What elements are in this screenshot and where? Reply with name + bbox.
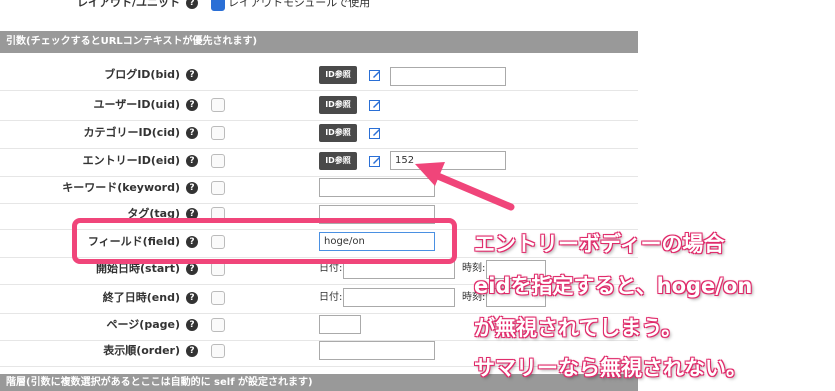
layout-unit-label: レイアウト/ユニット (76, 0, 180, 9)
id-lookup-button[interactable]: ID参照 (319, 124, 357, 142)
id-lookup-button[interactable]: ID参照 (319, 152, 357, 170)
field-label: エントリーID(eid) (82, 154, 180, 167)
row-cid: カテゴリーID(cid) ? ID参照 (0, 118, 638, 149)
row-uid: ユーザーID(uid) ? ID参照 (0, 90, 638, 121)
annotation-line-3: が無視されてしまう。 (474, 316, 683, 340)
uid-checkbox[interactable] (211, 98, 225, 112)
help-icon[interactable]: ? (186, 155, 198, 167)
highlight-box (72, 218, 457, 264)
layout-module-checkbox-label: レイアウトモジュールで使用 (228, 0, 371, 9)
field-label: ユーザーID(uid) (93, 98, 180, 111)
edit-icon[interactable] (369, 99, 381, 111)
annotation-line-2: eidを指定すると、hoge/on (474, 274, 753, 298)
field-label: 終了日時(end) (102, 291, 180, 304)
field-label: 表示順(order) (103, 344, 180, 357)
order-select[interactable] (319, 341, 435, 360)
help-icon[interactable]: ? (186, 127, 198, 139)
edit-icon[interactable] (369, 69, 381, 81)
help-icon[interactable]: ? (186, 0, 198, 9)
end-checkbox[interactable] (211, 291, 225, 305)
start-checkbox[interactable] (211, 262, 225, 276)
keyword-checkbox[interactable] (211, 181, 225, 195)
args-section-header: 引数(チェックするとURLコンテキストが優先されます) (0, 31, 638, 53)
annotation-line-4: サマリーなら無視されない。 (474, 356, 747, 380)
page-checkbox[interactable] (211, 318, 225, 332)
date-label: 日付: (319, 292, 343, 303)
layout-unit-row: レイアウト/ユニット ? レイアウトモジュールで使用 (0, 0, 638, 14)
annotation-line-1: エントリーボディーの場合 (474, 232, 725, 256)
id-lookup-button[interactable]: ID参照 (319, 66, 357, 84)
id-lookup-button[interactable]: ID参照 (319, 96, 357, 114)
row-bid: ブログID(bid) ? ID参照 (0, 60, 638, 91)
help-icon[interactable]: ? (186, 292, 198, 304)
order-checkbox[interactable] (211, 344, 225, 358)
help-icon[interactable]: ? (186, 69, 198, 81)
edit-icon[interactable] (369, 155, 381, 167)
help-icon[interactable]: ? (186, 182, 198, 194)
edit-icon[interactable] (369, 127, 381, 139)
help-icon[interactable]: ? (186, 99, 198, 111)
help-icon[interactable]: ? (186, 345, 198, 357)
annotation-arrow-icon (415, 162, 515, 211)
field-label: ブログID(bid) (104, 68, 180, 81)
cid-checkbox[interactable] (211, 126, 225, 140)
eid-checkbox[interactable] (211, 154, 225, 168)
end-date-input[interactable] (343, 288, 455, 307)
help-icon[interactable]: ? (186, 263, 198, 275)
field-label: カテゴリーID(cid) (83, 126, 180, 139)
help-icon[interactable]: ? (186, 319, 198, 331)
bid-input[interactable] (390, 67, 506, 86)
layout-module-checkbox[interactable] (211, 0, 225, 11)
page-input[interactable] (319, 315, 361, 334)
